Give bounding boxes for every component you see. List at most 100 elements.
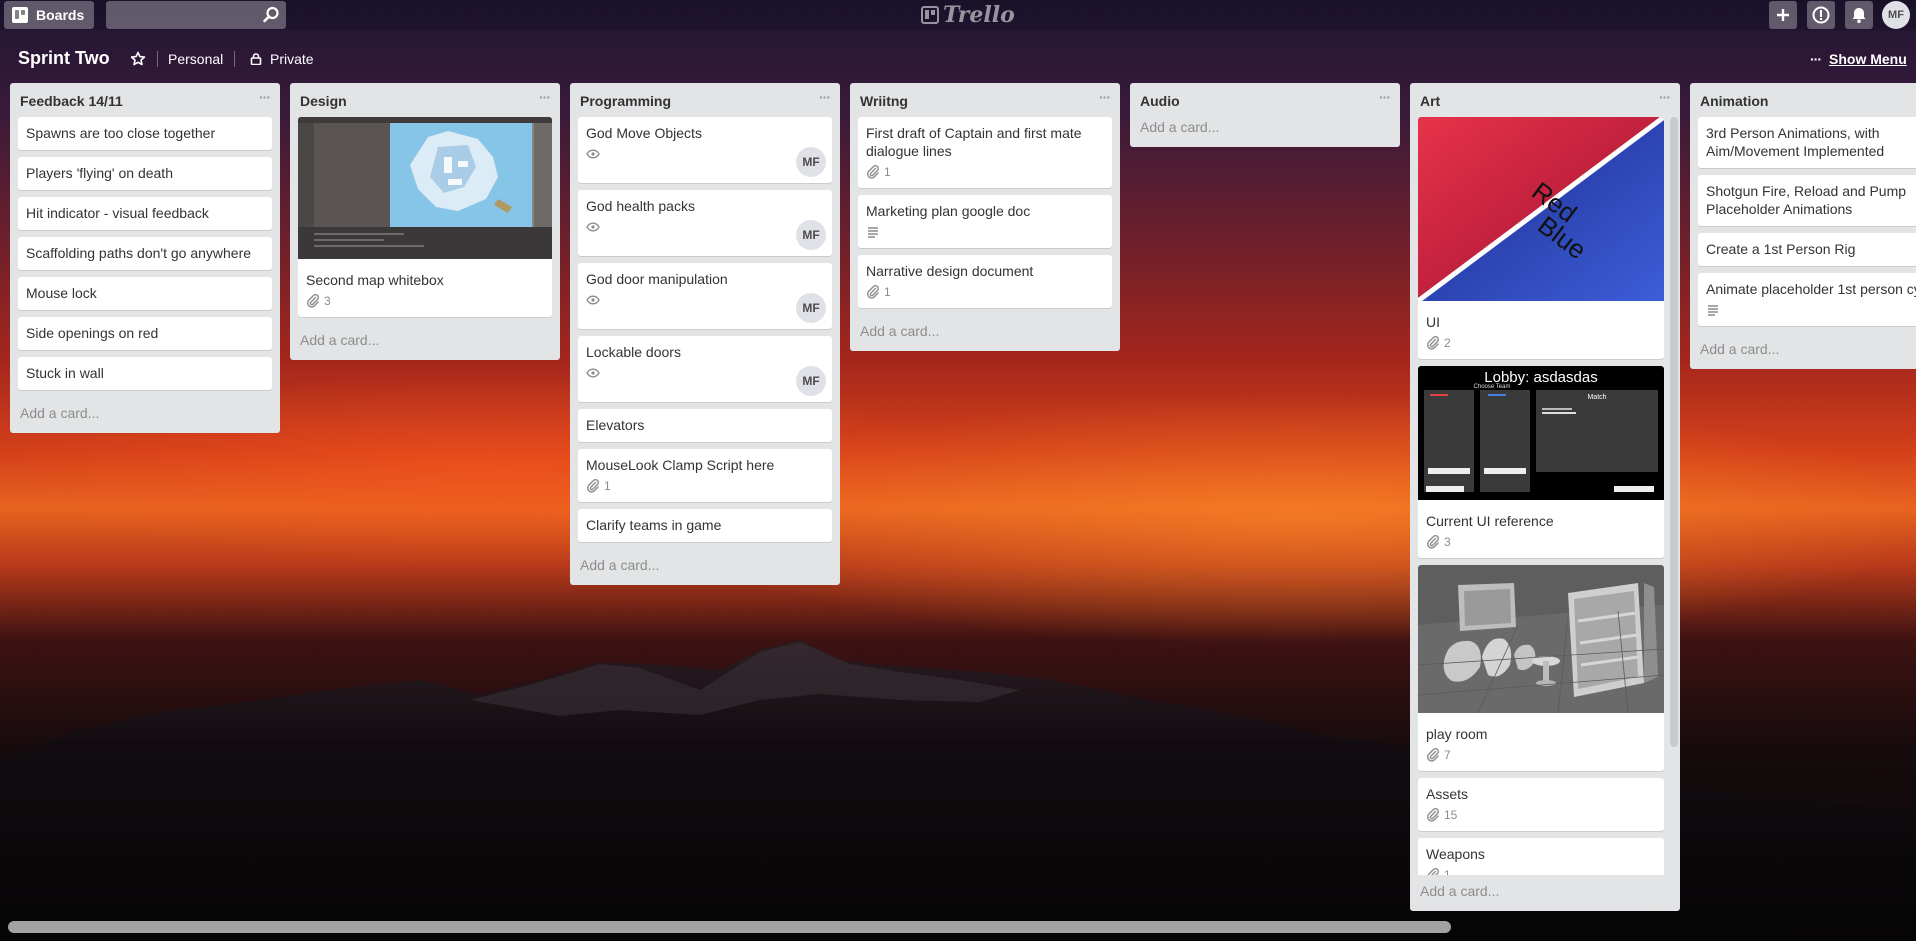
card[interactable]: Players 'flying' on death — [18, 157, 272, 190]
card[interactable]: MouseLook Clamp Script here 1 — [578, 449, 832, 502]
card[interactable]: Create a 1st Person Rig — [1698, 233, 1916, 266]
add-card-button[interactable]: Add a card... — [850, 315, 1120, 351]
add-card-button[interactable]: Add a card... — [1410, 875, 1680, 911]
info-button[interactable] — [1807, 1, 1835, 29]
add-card-button[interactable]: Add a card... — [1690, 333, 1916, 369]
add-card-button[interactable]: Add a card... — [290, 324, 560, 360]
card[interactable]: Hit indicator - visual feedback — [18, 197, 272, 230]
list-title[interactable]: Animation — [1690, 83, 1916, 117]
paperclip-icon — [587, 479, 600, 493]
card[interactable]: Clarify teams in game — [578, 509, 832, 542]
attachment-count: 1 — [884, 165, 891, 179]
board-title[interactable]: Sprint Two — [18, 48, 110, 69]
list-title[interactable]: Feedback 14/11 ··· — [10, 83, 280, 117]
card-badges — [1706, 302, 1916, 318]
list-menu-button[interactable]: ··· — [539, 89, 551, 105]
logo-text: Trello — [943, 2, 1015, 28]
card-badges: 3 — [306, 293, 544, 309]
trello-logo-icon — [921, 6, 939, 24]
card-title: play room — [1426, 726, 1488, 742]
boards-button[interactable]: Boards — [4, 1, 95, 29]
show-menu-button[interactable]: ··· Show Menu — [1810, 51, 1907, 67]
list-menu-button[interactable]: ··· — [1659, 89, 1671, 105]
cover-match-label: Match — [1587, 394, 1606, 401]
add-card-button[interactable]: Add a card... — [10, 397, 280, 433]
lock-icon — [250, 53, 262, 65]
list-title[interactable]: Design ··· — [290, 83, 560, 117]
member-avatar[interactable]: MF — [796, 366, 826, 396]
card-title: Mouse lock — [26, 285, 97, 301]
card[interactable]: Lockable doors MF — [578, 336, 832, 402]
team-link[interactable]: Personal — [168, 51, 223, 67]
card-title: Narrative design document — [866, 263, 1034, 279]
list-feedback: Feedback 14/11 ··· Spawns are too close … — [10, 83, 280, 433]
card[interactable]: Elevators — [578, 409, 832, 442]
search-input[interactable] — [106, 1, 286, 29]
card[interactable]: Second map whitebox 3 — [298, 117, 552, 317]
list-animation: Animation 3rd Person Animations, with Ai… — [1690, 83, 1916, 369]
card-cover-image — [298, 117, 552, 263]
card[interactable]: Stuck in wall — [18, 357, 272, 390]
eye-icon — [586, 222, 600, 232]
paperclip-icon — [867, 285, 880, 299]
card-badges: 1 — [866, 284, 1104, 300]
list-title[interactable]: Programming ··· — [570, 83, 840, 117]
list-title[interactable]: Audio ··· — [1130, 83, 1400, 117]
card[interactable]: Shotgun Fire, Reload and Pump Placeholde… — [1698, 175, 1916, 226]
member-avatar[interactable]: MF — [796, 220, 826, 250]
paperclip-icon — [867, 165, 880, 179]
board-horizontal-scrollbar[interactable] — [8, 921, 1451, 933]
list-menu-button[interactable]: ··· — [819, 89, 831, 105]
add-card-button[interactable]: Add a card... — [1130, 117, 1400, 147]
cover-choose-team: Choose Team — [1474, 384, 1511, 390]
card[interactable]: God Move Objects MF — [578, 117, 832, 183]
card-badges: 7 — [1426, 747, 1656, 763]
card-title: Create a 1st Person Rig — [1706, 241, 1856, 257]
trello-logo[interactable]: Trello — [921, 2, 1015, 28]
list-scrollbar[interactable] — [1670, 117, 1678, 747]
list-menu-button[interactable]: ··· — [259, 89, 271, 105]
member-avatar[interactable]: MF — [796, 293, 826, 323]
card[interactable]: play room 7 — [1418, 565, 1664, 771]
list-title-text: Feedback 14/11 — [20, 93, 123, 109]
card[interactable]: Weapons 1 — [1418, 838, 1664, 875]
search-icon[interactable] — [262, 6, 280, 24]
eye-icon — [586, 149, 600, 159]
card-title: Clarify teams in game — [586, 517, 722, 533]
list-title-text: Wriitng — [860, 93, 908, 109]
card[interactable]: Narrative design document 1 — [858, 255, 1112, 308]
card[interactable]: God health packs MF — [578, 190, 832, 256]
card[interactable]: Red Blue UI 2 — [1418, 117, 1664, 359]
list-menu-button[interactable]: ··· — [1099, 89, 1111, 105]
card[interactable]: Mouse lock — [18, 277, 272, 310]
card[interactable]: Animate placeholder 1st person cy — [1698, 273, 1916, 326]
attachment-count: 1 — [1444, 868, 1451, 875]
user-avatar[interactable]: MF — [1882, 1, 1910, 29]
card[interactable]: God door manipulation MF — [578, 263, 832, 329]
card[interactable]: Assets 15 — [1418, 778, 1664, 831]
member-avatar[interactable]: MF — [796, 147, 826, 177]
card[interactable]: Spawns are too close together — [18, 117, 272, 150]
attachment-count: 3 — [1444, 535, 1451, 549]
top-header: Boards Trello MF — [0, 0, 1916, 30]
boards-icon — [12, 7, 28, 23]
card-title: Scaffolding paths don't go anywhere — [26, 245, 252, 261]
plus-icon — [1777, 9, 1789, 21]
card-title: Players 'flying' on death — [26, 165, 173, 181]
boards-label: Boards — [36, 7, 85, 23]
card[interactable]: Scaffolding paths don't go anywhere — [18, 237, 272, 270]
notifications-button[interactable] — [1845, 1, 1873, 29]
card[interactable]: First draft of Captain and first mate di… — [858, 117, 1112, 188]
star-icon[interactable] — [130, 51, 146, 67]
list-title[interactable]: Wriitng ··· — [850, 83, 1120, 117]
card[interactable]: Side openings on red — [18, 317, 272, 350]
list-menu-button[interactable]: ··· — [1379, 89, 1391, 105]
add-card-button[interactable]: Add a card... — [570, 549, 840, 585]
card[interactable]: 3rd Person Animations, with Aim/Movement… — [1698, 117, 1916, 168]
add-button[interactable] — [1769, 1, 1797, 29]
visibility-link[interactable]: Private — [270, 51, 314, 67]
card-badges — [586, 146, 824, 162]
card[interactable]: Marketing plan google doc — [858, 195, 1112, 248]
card[interactable]: Lobby: asdasdas Choose Team Match Curren… — [1418, 366, 1664, 558]
list-title[interactable]: Art ··· — [1410, 83, 1680, 117]
